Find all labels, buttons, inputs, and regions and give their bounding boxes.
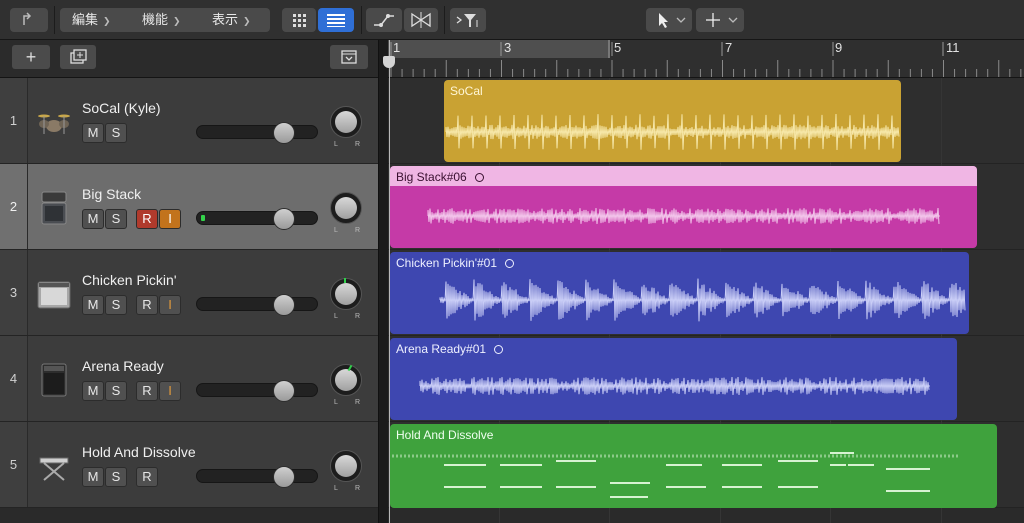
track-number: 4: [0, 336, 28, 421]
solo-button[interactable]: S: [105, 381, 127, 401]
track-header[interactable]: 1 SoCal (Kyle) M S LR: [0, 78, 378, 164]
flex-time-icon[interactable]: [404, 8, 438, 32]
logic-window: 編集 ❯ 機能 ❯ 表示 ❯ + 1 SoCal (Kyle) M S L R …: [0, 0, 1024, 523]
fader-knob[interactable]: [273, 208, 295, 230]
track-name[interactable]: Arena Ready: [82, 358, 164, 374]
pan-knob[interactable]: [330, 106, 362, 138]
ruler-ticks: [390, 42, 1022, 77]
track-number: 1: [0, 78, 28, 163]
bar-ruler[interactable]: 1 3 5 7 9 11: [388, 40, 1024, 78]
functions-menu[interactable]: 機能 ❯: [142, 8, 181, 32]
menu-bar: 編集 ❯ 機能 ❯ 表示 ❯: [60, 8, 270, 32]
pan-knob[interactable]: [330, 364, 362, 396]
fader-knob[interactable]: [273, 122, 295, 144]
pan-knob[interactable]: [330, 278, 362, 310]
chevron-down-icon: ❯: [103, 16, 111, 26]
solo-button[interactable]: S: [105, 209, 127, 229]
track-number: 3: [0, 250, 28, 335]
snap-filter-icon[interactable]: [450, 8, 486, 32]
mute-button[interactable]: M: [82, 123, 104, 143]
solo-button[interactable]: S: [105, 123, 127, 143]
midi-notes: [392, 452, 960, 498]
audio-region-big-stack[interactable]: Big Stack#06: [390, 166, 977, 248]
track-name[interactable]: SoCal (Kyle): [82, 100, 161, 116]
duplicate-track-icon[interactable]: [60, 45, 96, 69]
mute-button[interactable]: M: [82, 381, 104, 401]
tracks-area[interactable]: SoCal Big Stack#06 Chicken Pickin'#01 Ar…: [388, 78, 1024, 523]
audio-region-arena-ready[interactable]: Arena Ready#01: [390, 338, 957, 420]
list-view-icon[interactable]: [318, 8, 354, 32]
waveform: [419, 377, 930, 395]
solo-button[interactable]: S: [105, 295, 127, 315]
record-enable-button[interactable]: R: [136, 295, 158, 315]
pan-knob[interactable]: [330, 192, 362, 224]
record-enable-button[interactable]: R: [136, 209, 158, 229]
pan-scale: LR: [334, 399, 360, 406]
record-enable-button[interactable]: R: [136, 467, 158, 487]
amp-stack-icon: [36, 190, 72, 226]
toolbar: 編集 ❯ 機能 ❯ 表示 ❯: [0, 0, 1024, 40]
volume-slider[interactable]: [196, 122, 318, 144]
pan-knob[interactable]: [330, 450, 362, 482]
audio-region-socal[interactable]: SoCal: [444, 80, 901, 162]
plus-icon[interactable]: +: [12, 45, 50, 69]
global-tracks-icon[interactable]: [330, 45, 368, 69]
fader-knob[interactable]: [273, 294, 295, 316]
mute-button[interactable]: M: [82, 467, 104, 487]
fader-knob[interactable]: [273, 466, 295, 488]
input-monitor-button[interactable]: I: [159, 295, 181, 315]
pan-scale: LR: [334, 485, 360, 492]
amp-head-icon: [36, 362, 72, 398]
volume-slider[interactable]: [196, 208, 318, 230]
track-list: 1 SoCal (Kyle) M S LR 2 Big Stack M S R …: [0, 78, 378, 523]
track-header[interactable]: 5 Hold And Dissolve M S R LR: [0, 422, 378, 508]
audio-region-chicken-pickin[interactable]: Chicken Pickin'#01: [390, 252, 969, 334]
drum-kit-icon: [36, 104, 72, 140]
keyboard-stand-icon: [36, 448, 72, 484]
track-name[interactable]: Chicken Pickin': [82, 272, 177, 288]
mute-button[interactable]: M: [82, 295, 104, 315]
track-header-bar: +: [0, 40, 378, 78]
edit-menu[interactable]: 編集 ❯: [72, 8, 111, 32]
combo-amp-icon: [36, 276, 72, 312]
pointer-tool-icon[interactable]: [646, 8, 692, 32]
midi-region-hold-and-dissolve[interactable]: Hold And Dissolve: [390, 424, 997, 508]
chevron-down-icon: ❯: [243, 16, 251, 26]
track-number: 5: [0, 422, 28, 507]
input-monitor-button[interactable]: I: [159, 209, 181, 229]
catch-back-icon[interactable]: [10, 8, 48, 32]
waveform: [427, 208, 940, 224]
level-meter: [201, 215, 205, 221]
grid-view-icon[interactable]: [282, 8, 316, 32]
waveform: [445, 113, 900, 151]
volume-slider[interactable]: [196, 380, 318, 402]
track-header[interactable]: 4 Arena Ready M S R I LR: [0, 336, 378, 422]
track-name[interactable]: Big Stack: [82, 186, 141, 202]
playhead-handle[interactable]: [383, 56, 395, 68]
volume-slider[interactable]: [196, 466, 318, 488]
chevron-down-icon: ❯: [173, 16, 181, 26]
crosshair-tool-icon[interactable]: [696, 8, 744, 32]
fader-knob[interactable]: [273, 380, 295, 402]
mute-button[interactable]: M: [82, 209, 104, 229]
view-menu[interactable]: 表示 ❯: [212, 8, 251, 32]
input-monitor-button[interactable]: I: [159, 381, 181, 401]
pan-scale: LR: [334, 141, 360, 148]
pane-divider[interactable]: [378, 40, 388, 523]
pan-scale: LR: [334, 313, 360, 320]
volume-slider[interactable]: [196, 294, 318, 316]
pan-scale: LR: [334, 227, 360, 234]
track-name[interactable]: Hold And Dissolve: [82, 444, 196, 460]
solo-button[interactable]: S: [105, 467, 127, 487]
track-number: 2: [0, 164, 28, 249]
track-header-selected[interactable]: 2 Big Stack M S R I LR: [0, 164, 378, 250]
playhead[interactable]: [389, 40, 390, 523]
track-header[interactable]: 3 Chicken Pickin' M S R I LR: [0, 250, 378, 336]
automation-curve-icon[interactable]: [366, 8, 402, 32]
waveform: [439, 278, 966, 322]
record-enable-button[interactable]: R: [136, 381, 158, 401]
